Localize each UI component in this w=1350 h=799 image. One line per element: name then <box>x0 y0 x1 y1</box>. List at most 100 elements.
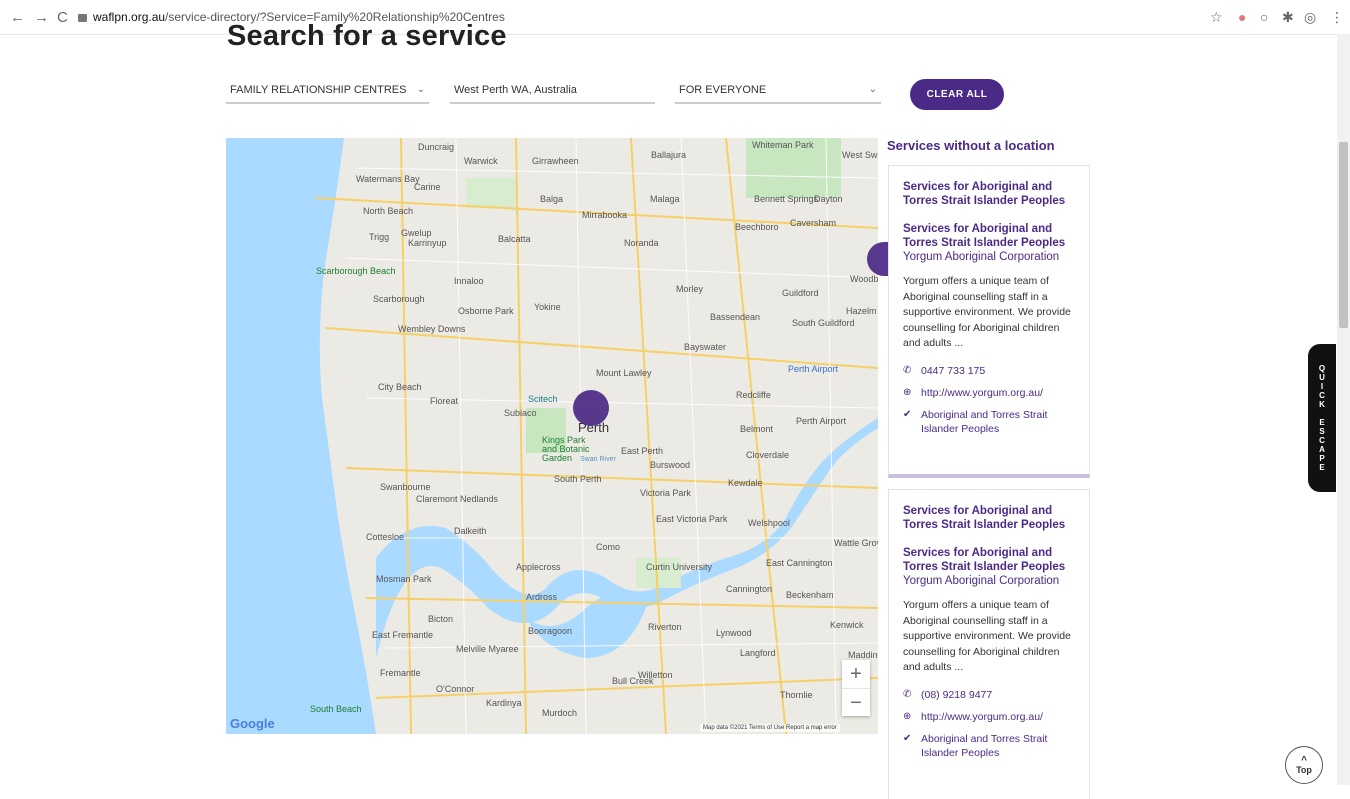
chevron-down-icon: ⌄ <box>868 84 877 95</box>
map-label: Ardross <box>526 592 558 602</box>
zoom-in-button[interactable]: + <box>842 660 870 689</box>
map-label: North Beach <box>363 206 414 216</box>
map-label: Floreat <box>430 396 459 406</box>
map-label: Bennett Springs <box>754 194 819 204</box>
quick-escape-button[interactable]: QUICK ESCAPE <box>1308 344 1336 492</box>
map-label: Claremont Nedlands <box>416 494 499 504</box>
service-title[interactable]: Services for Aboriginal and Torres Strai… <box>903 546 1075 574</box>
phone-icon: ✆ <box>903 688 912 700</box>
map-label: Perth Airport <box>796 416 847 426</box>
tag-label: Aboriginal and Torres Strait Islander Pe… <box>921 732 1048 759</box>
map-label: Scarborough <box>373 294 425 304</box>
map-label: Noranda <box>624 238 659 248</box>
zoom-out-button[interactable]: − <box>842 689 870 717</box>
audience-select[interactable]: FOR EVERYONE ⌄ <box>675 77 881 104</box>
map-label: Riverton <box>648 622 682 632</box>
service-website[interactable]: ⊕ http://www.yorgum.org.au/ <box>903 386 1075 400</box>
map-attribution[interactable]: Map data ©2021 Terms of Use Report a map… <box>700 724 840 732</box>
website-link[interactable]: http://www.yorgum.org.au/ <box>921 386 1043 400</box>
extension-icon[interactable]: ● <box>1238 9 1246 25</box>
map-label: Curtin University <box>646 562 713 572</box>
map-label: Mount Lawley <box>596 368 652 378</box>
map-label: South Guildford <box>792 318 855 328</box>
phone-number[interactable]: 0447 733 175 <box>921 364 985 378</box>
map-label: Osborne Park <box>458 306 514 316</box>
back-icon[interactable]: ← <box>10 9 25 26</box>
map-label: Kewdale <box>728 478 763 488</box>
map-label: Lynwood <box>716 628 752 638</box>
extension-icon[interactable]: ○ <box>1260 9 1268 25</box>
map-label: O'Connor <box>436 684 475 694</box>
reload-icon[interactable]: C <box>57 9 68 26</box>
map-label: Bayswater <box>684 342 727 352</box>
map-label: Whiteman Park <box>752 140 814 150</box>
service-card[interactable]: Services for Aboriginal and Torres Strai… <box>888 165 1090 478</box>
map-label: Applecross <box>516 562 561 572</box>
map-label: Wattle Grov <box>834 538 878 548</box>
map-label: Bassendean <box>710 312 761 322</box>
globe-icon: ⊕ <box>903 386 912 398</box>
map-label: Thornlie <box>780 690 813 700</box>
service-description: Yorgum offers a unique team of Aborigina… <box>903 275 1071 349</box>
quick-escape-letter: K <box>1319 400 1325 409</box>
google-logo: Google <box>230 716 275 731</box>
top-label: Top <box>1296 764 1312 775</box>
service-card[interactable]: Services for Aboriginal and Torres Strai… <box>888 489 1090 799</box>
map[interactable]: Duncraig Warwick Girrawheen Ballajura Wh… <box>226 138 878 734</box>
map-label: Cannington <box>726 584 773 594</box>
service-category[interactable]: Services for Aboriginal and Torres Strai… <box>903 180 1075 208</box>
map-label: Fremantle <box>380 668 421 678</box>
puzzle-icon[interactable]: ✱ <box>1282 9 1294 26</box>
map-label: East Cannington <box>766 558 833 568</box>
map-label: Balcatta <box>498 234 531 244</box>
services-without-location-heading: Services without a location <box>887 138 1055 153</box>
map-label: Trigg <box>369 232 390 242</box>
map-marker[interactable] <box>573 390 609 426</box>
map-label: Murdoch <box>542 708 578 718</box>
url-host: waflpn.org.au <box>93 10 166 24</box>
service-type-select[interactable]: FAMILY RELATIONSHIP CENTRES ⌄ <box>226 77 429 104</box>
service-org: Yorgum Aboriginal Corporation <box>903 251 1060 263</box>
lock-icon <box>78 14 87 22</box>
check-circle-icon: ✔ <box>903 408 912 420</box>
scrollbar-thumb[interactable] <box>1339 142 1348 328</box>
service-phone[interactable]: ✆ 0447 733 175 <box>903 364 1075 378</box>
map-label: Morley <box>676 284 704 294</box>
profile-icon[interactable]: ◎ <box>1304 9 1316 26</box>
location-input[interactable]: West Perth WA, Australia <box>450 77 655 104</box>
map-label: Swanbourne <box>380 482 431 492</box>
map-label: Guildford <box>782 288 819 298</box>
quick-escape-letter: S <box>1319 427 1325 436</box>
service-website[interactable]: ⊕ http://www.yorgum.org.au/ <box>903 710 1075 724</box>
map-label: Carine <box>414 182 441 192</box>
service-type-value: FAMILY RELATIONSHIP CENTRES <box>230 83 407 96</box>
map-label: Langford <box>740 648 776 658</box>
map-label: Welshpool <box>748 518 790 528</box>
map-label: Beckenham <box>786 590 834 600</box>
service-phone[interactable]: ✆ (08) 9218 9477 <box>903 688 1075 702</box>
map-label: Swan River <box>580 456 616 463</box>
quick-escape-letter: E <box>1319 463 1325 472</box>
service-tag: ✔ Aboriginal and Torres Strait Islander … <box>903 732 1075 760</box>
star-icon[interactable]: ☆ <box>1210 9 1223 26</box>
website-link[interactable]: http://www.yorgum.org.au/ <box>921 710 1043 724</box>
back-to-top-button[interactable]: ^ Top <box>1285 746 1323 784</box>
clear-all-button[interactable]: CLEAR ALL <box>910 79 1004 110</box>
service-category[interactable]: Services for Aboriginal and Torres Strai… <box>903 504 1075 532</box>
map-label: East Fremantle <box>372 630 434 640</box>
forward-icon[interactable]: → <box>34 9 49 26</box>
map-label: Melville Myaree <box>456 644 519 654</box>
zoom-control: + − <box>842 660 870 716</box>
map-label: Mosman Park <box>376 574 432 584</box>
service-title[interactable]: Services for Aboriginal and Torres Strai… <box>903 222 1075 250</box>
map-label: Watermans Bay <box>356 174 420 184</box>
quick-escape-letter: U <box>1319 373 1325 382</box>
menu-icon[interactable]: ⋮ <box>1330 9 1344 26</box>
map-label: Willetton <box>638 670 673 680</box>
map-label: Como <box>596 542 621 552</box>
map-label: Woodbri <box>850 274 878 284</box>
map-label: Dalkeith <box>454 526 487 536</box>
map-label: East Perth <box>621 446 664 456</box>
phone-number[interactable]: (08) 9218 9477 <box>921 688 992 702</box>
map-label: South Beach <box>310 704 362 714</box>
